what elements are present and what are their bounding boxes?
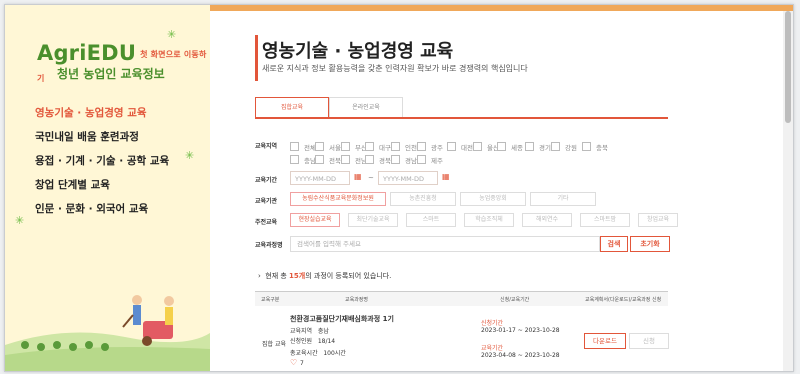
row-type: 집합 교육: [262, 341, 286, 348]
sparkle-icon: ✳: [185, 149, 195, 162]
region-checkbox[interactable]: 부산: [341, 142, 367, 152]
tab-bar: 집합교육 온라인교육: [255, 97, 668, 119]
results-number: 15개: [289, 272, 306, 280]
region-checkbox[interactable]: 인천: [391, 142, 417, 152]
org-label: 교육기관: [255, 198, 278, 205]
row-edu-label: 교육기간: [481, 345, 504, 352]
menu-item-training[interactable]: 국민내일 배움 훈련과정: [35, 125, 169, 149]
scrollbar-thumb[interactable]: [785, 11, 791, 123]
title-accent: [255, 35, 258, 81]
region-checkbox[interactable]: 제주: [417, 155, 443, 165]
page-title: 영농기술 · 농업경영 교육: [262, 41, 454, 62]
scrollbar[interactable]: [783, 11, 793, 371]
topic-chip[interactable]: 현장실습교육: [290, 213, 340, 227]
results-suffix: 의 과정이 등록되어 있습니다.: [305, 272, 392, 280]
org-chip[interactable]: 농촌진흥청: [390, 192, 456, 206]
apply-button[interactable]: 신청: [629, 333, 669, 349]
heart-icon[interactable]: ♡: [290, 358, 297, 367]
date-separator: ~: [368, 174, 374, 182]
menu-item-startup[interactable]: 창업 단계별 교육: [35, 173, 169, 197]
row-region-value: 충남: [317, 328, 329, 335]
row-applicants-label: 신청인원: [290, 338, 313, 345]
main-content: 영농기술 · 농업경영 교육 새로운 지식과 정보 활용능력을 갖춘 인력자원 …: [210, 5, 793, 371]
region-checkbox[interactable]: 충남: [290, 155, 316, 165]
table-header: 교육구분 교육과정명 신청/교육기간 교육계획서(다운로드)/교육과정 신청: [255, 291, 668, 306]
col-name: 교육과정명: [345, 297, 369, 303]
region-checkbox[interactable]: 서울: [315, 142, 341, 152]
row-hours-label: 총교육시간: [290, 350, 318, 357]
row-region: 교육지역 충남: [290, 326, 329, 335]
tab-online[interactable]: 온라인교육: [329, 97, 403, 117]
row-applicants: 신청인원 18/14: [290, 336, 335, 345]
region-checkbox[interactable]: 대구: [365, 142, 391, 152]
col-action: 교육계획서(다운로드)/교육과정 신청: [585, 297, 662, 303]
org-chip[interactable]: 농업중앙회: [460, 192, 526, 206]
org-chip[interactable]: 농림수산식품교육문화정보원: [290, 192, 386, 206]
tab-offline[interactable]: 집합교육: [255, 97, 329, 117]
course-label: 교육과정명: [255, 242, 283, 249]
region-checkbox[interactable]: 경기: [525, 142, 551, 152]
menu-item-engineering[interactable]: 용접 · 기계 · 기술 · 공학 교육: [35, 149, 169, 173]
region-checkbox[interactable]: 충북: [582, 142, 608, 152]
row-applicants-value: 18/14: [317, 338, 336, 345]
row-course-name[interactable]: 천환경고품질단기재배심화과정 1기: [290, 314, 394, 324]
region-label: 교육지역: [255, 143, 278, 150]
region-checkbox[interactable]: 전체: [290, 142, 316, 152]
sidebar: ✳ AgriEDU 첫 화면으로 이동하기 청년 농업인 교육정보 영농기술 · …: [5, 5, 210, 371]
row-region-label: 교육지역: [290, 328, 313, 335]
sparkle-icon: ✳: [167, 28, 177, 41]
row-likes: 7: [300, 360, 304, 367]
region-checkbox[interactable]: 울산: [473, 142, 499, 152]
topic-chip[interactable]: 최단기술교육: [348, 213, 398, 227]
region-checkbox[interactable]: 전북: [315, 155, 341, 165]
sparkle-icon: ✳: [15, 214, 25, 227]
region-checkbox[interactable]: 대전: [447, 142, 473, 152]
org-chip[interactable]: 기타: [530, 192, 596, 206]
topic-chip[interactable]: 학습조직체: [464, 213, 514, 227]
topic-chip[interactable]: 창업교육: [638, 213, 678, 227]
page-subtitle: 새로운 지식과 정보 활용능력을 갖춘 인력자원 확보가 바로 경쟁력의 핵심입…: [262, 64, 528, 73]
reset-button[interactable]: 초기화: [630, 236, 670, 252]
topic-chip[interactable]: 스마트: [406, 213, 456, 227]
region-checkbox[interactable]: 전남: [341, 155, 367, 165]
top-accent-bar: [210, 5, 793, 11]
sidebar-menu: 영농기술 · 농업경영 교육 국민내일 배움 훈련과정 용접 · 기계 · 기술…: [35, 101, 169, 221]
region-checkbox[interactable]: 경북: [365, 155, 391, 165]
region-checkbox[interactable]: 경남: [391, 155, 417, 165]
region-checkbox[interactable]: 강원: [551, 142, 577, 152]
region-checkbox[interactable]: 광주: [417, 142, 443, 152]
tagline: 청년 농업인 교육정보: [57, 67, 165, 81]
period-label: 교육기간: [255, 177, 278, 184]
row-hours-value: 100시간: [323, 350, 346, 357]
date-to-input[interactable]: YYYY-MM-DD: [378, 171, 438, 185]
search-input[interactable]: 검색어를 입력해 주세요: [290, 236, 600, 252]
results-count: › 현재 총 15개의 과정이 등록되어 있습니다.: [258, 272, 392, 280]
download-button[interactable]: 다운로드: [584, 333, 626, 349]
browser-frame: ✳ AgriEDU 첫 화면으로 이동하기 청년 농업인 교육정보 영농기술 · …: [4, 4, 794, 372]
calendar-icon[interactable]: ▦: [354, 172, 362, 181]
menu-item-farming[interactable]: 영농기술 · 농업경영 교육: [35, 101, 169, 125]
row-edu-period: 2023-04-08 ~ 2023-10-28: [481, 352, 560, 359]
topic-chip[interactable]: 해외연수: [522, 213, 572, 227]
topic-label: 주전교육: [255, 219, 278, 226]
row-apply-label: 신청기간: [481, 320, 504, 327]
col-type: 교육구분: [261, 297, 280, 303]
row-apply-period: 2023-01-17 ~ 2023-10-28: [481, 327, 560, 334]
region-checkbox[interactable]: 세종: [497, 142, 523, 152]
farmer-illustration-icon: [5, 295, 210, 371]
logo-text: AgriEDU: [37, 41, 137, 65]
topic-chip[interactable]: 스마트팜: [580, 213, 630, 227]
results-prefix: 현재 총: [265, 272, 287, 280]
menu-item-humanities[interactable]: 인문 · 문화 · 외국어 교육: [35, 197, 169, 221]
col-period: 신청/교육기간: [500, 297, 530, 303]
date-from-input[interactable]: YYYY-MM-DD: [290, 171, 350, 185]
search-button[interactable]: 검색: [600, 236, 628, 252]
row-hours: 총교육시간 100시간: [290, 348, 346, 357]
calendar-icon[interactable]: ▦: [442, 172, 450, 181]
